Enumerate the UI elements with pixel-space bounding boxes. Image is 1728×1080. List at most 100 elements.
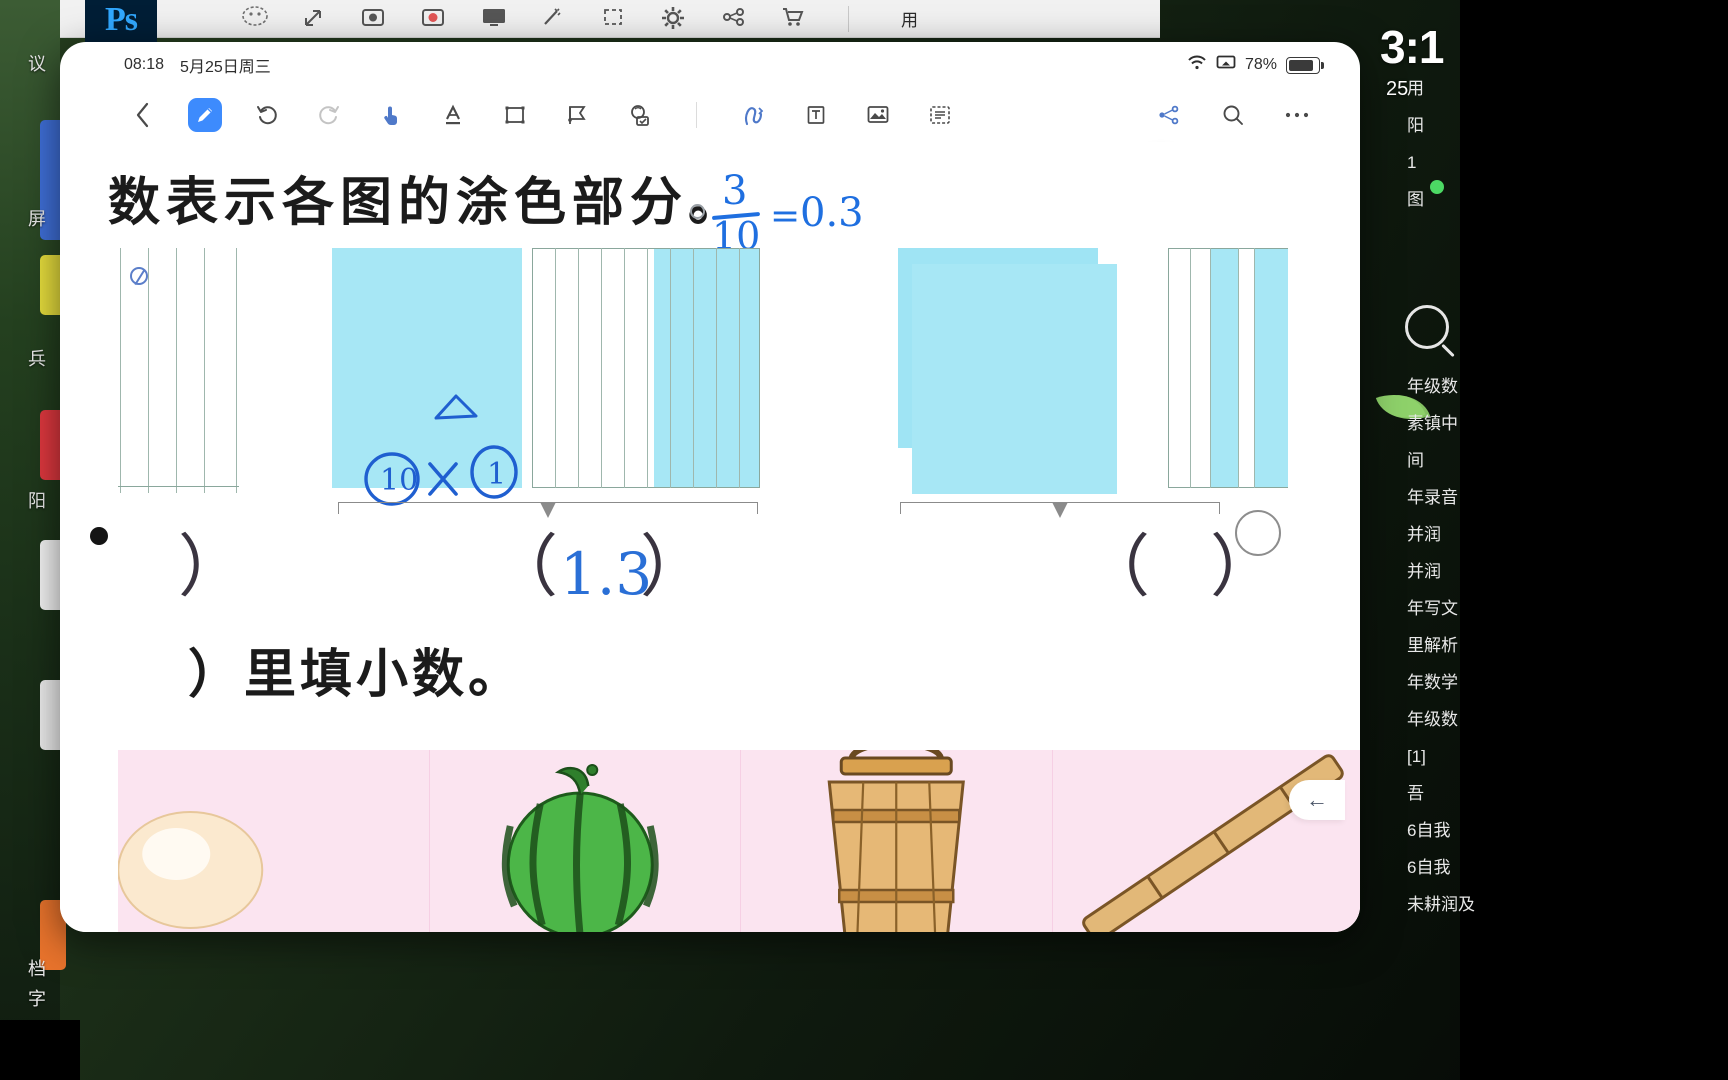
file-list-item[interactable]: 并润 <box>1405 553 1525 590</box>
file-list-item[interactable]: [1] <box>1405 738 1525 775</box>
desktop-side-label-1[interactable]: 屏 <box>28 205 46 231</box>
status-bar-right: 78% <box>1187 55 1324 76</box>
status-bar: 08:18 5月25日周三 78% <box>60 42 1360 88</box>
file-list-item[interactable]: 6自我 <box>1405 812 1525 849</box>
gear-icon[interactable] <box>660 5 690 33</box>
file-list-item[interactable]: 年级数 <box>1405 701 1525 738</box>
file-list-item[interactable]: 年数学 <box>1405 664 1525 701</box>
figure-5-shaded-part <box>1210 249 1238 487</box>
status-time: 08:18 <box>124 56 165 73</box>
figure-5-shaded-part-2 <box>1254 249 1288 487</box>
screen-root: 议 屏 兵 阳 档 字 用 Ps 3:1 25 用 阳 1 图 年级数 素镇中 … <box>0 0 1728 1080</box>
tablet-window: 08:18 5月25日周三 78% 数表示各图的涂色部分。 3 10 = 0.3… <box>60 42 1360 932</box>
squiggle-icon[interactable] <box>737 98 771 145</box>
share-icon[interactable] <box>1152 98 1186 132</box>
ink-result: 0.3 <box>800 190 864 236</box>
bucket-picture[interactable] <box>741 740 1053 932</box>
desktop-side-label-3[interactable]: 阳 <box>28 487 46 513</box>
file-list-item[interactable]: 图 <box>1405 181 1525 218</box>
question-line-1: 数表示各图的涂色部分。 <box>108 172 747 233</box>
toolbar-separator <box>696 102 697 128</box>
desktop-black-corner <box>0 1020 80 1080</box>
desktop-clock: 3:1 <box>1380 21 1444 73</box>
ink-equals: = <box>770 196 801 237</box>
file-list-item[interactable]: 间 <box>1405 442 1525 479</box>
arrow-left-icon[interactable]: ← <box>1289 780 1345 820</box>
undo-icon[interactable] <box>250 98 284 132</box>
ellipse-select-icon[interactable] <box>240 5 270 33</box>
ink-triangle-annotation <box>432 392 480 422</box>
figure-4-square-front <box>912 264 1117 494</box>
egg-picture[interactable] <box>117 750 430 932</box>
answer-middle-open[interactable]: （ <box>490 534 558 602</box>
pencil-icon[interactable] <box>188 98 222 132</box>
photoshop-cn-label[interactable]: 用 <box>901 6 918 31</box>
chevron-left-icon[interactable] <box>126 98 160 132</box>
stick-picture[interactable]: ← <box>1053 750 1361 932</box>
ink-fraction-annotation: 3 10 = 0.3 <box>708 168 864 258</box>
camera-icon[interactable] <box>360 5 390 33</box>
photoshop-logo: Ps <box>85 0 157 48</box>
answer-middle-close[interactable]: ） <box>640 534 708 602</box>
text-underline-icon[interactable] <box>436 98 470 132</box>
wand-icon[interactable] <box>540 5 570 33</box>
photoshop-divider <box>848 5 849 32</box>
file-list-item[interactable]: 里解析 <box>1405 627 1525 664</box>
watermelon-picture[interactable] <box>430 750 741 932</box>
file-list-item[interactable]: 阳 <box>1405 107 1525 144</box>
monitor-icon[interactable] <box>480 5 510 33</box>
record-icon[interactable] <box>420 5 450 33</box>
file-list-item[interactable]: 年级数 <box>1405 368 1525 405</box>
file-list-item[interactable]: 吾 <box>1405 775 1525 812</box>
svg-text:10: 10 <box>380 463 418 498</box>
text-box-icon[interactable] <box>799 98 833 132</box>
desktop-side-label-0[interactable]: 议 <box>28 50 46 76</box>
file-list-item[interactable]: 未耕润及 <box>1405 886 1525 923</box>
image-icon[interactable] <box>861 98 895 132</box>
status-date: 5月25日周三 <box>180 59 271 76</box>
bullet-marker <box>90 527 108 545</box>
answer-right-open[interactable]: （ <box>1082 534 1150 602</box>
photoshop-tool-group: 用 <box>240 5 918 33</box>
photoshop-toolbar[interactable]: 用 <box>60 0 1160 38</box>
file-list-item[interactable]: 1 <box>1405 144 1525 181</box>
file-list-item[interactable]: 6自我 <box>1405 849 1525 886</box>
desktop-side-label-4[interactable]: 档 <box>28 955 46 981</box>
stamp-icon[interactable] <box>622 98 656 132</box>
question-line-2: ）里填小数。 <box>188 644 525 705</box>
file-list-item[interactable]: 年写文 <box>1405 590 1525 627</box>
more-horizontal-icon[interactable] <box>1280 98 1314 132</box>
figure-3-grid <box>532 248 760 488</box>
hand-pointer-icon[interactable] <box>374 98 408 132</box>
redo-icon[interactable] <box>312 98 346 132</box>
ink-slash-marker <box>130 267 148 286</box>
selection-handle[interactable] <box>1235 510 1281 556</box>
cast-icon <box>1216 55 1236 76</box>
file-list-item[interactable]: 年录音 <box>1405 479 1525 516</box>
battery-icon <box>1286 56 1324 74</box>
svg-text:1: 1 <box>487 457 506 492</box>
desktop-side-label-5[interactable]: 字 <box>28 985 46 1011</box>
flag-icon[interactable] <box>560 98 594 132</box>
cart-icon[interactable] <box>780 5 810 33</box>
worksheet-canvas[interactable]: 数表示各图的涂色部分。 3 10 = 0.3 10 1 ） （ 1.3 ） （ … <box>60 142 1360 932</box>
figure-5-grid <box>1168 248 1288 488</box>
rectangle-icon[interactable] <box>498 98 532 132</box>
answer-middle-value[interactable]: 1.3 <box>560 540 652 608</box>
toolbar-left-group <box>126 98 957 145</box>
move-icon[interactable] <box>300 5 330 33</box>
desktop-side-label-2[interactable]: 兵 <box>28 345 46 371</box>
answer-left-close[interactable]: ） <box>178 534 246 602</box>
file-list-item[interactable]: 素镇中 <box>1405 405 1525 442</box>
link-icon[interactable] <box>720 5 750 33</box>
app-toolbar <box>60 88 1360 145</box>
search-icon[interactable] <box>1216 98 1250 132</box>
file-list-item[interactable]: 并润 <box>1405 516 1525 553</box>
figure-1-baseline <box>118 486 239 487</box>
battery-percent: 78% <box>1244 56 1277 73</box>
list-icon[interactable] <box>923 98 957 132</box>
crop-icon[interactable] <box>600 5 630 33</box>
file-list-item[interactable]: 用 <box>1405 70 1525 107</box>
ink-numerator: 3 <box>722 168 748 214</box>
desktop-file-list[interactable]: 用 阳 1 图 年级数 素镇中 间 年录音 并润 并润 年写文 里解析 年数学 … <box>1405 70 1525 1030</box>
